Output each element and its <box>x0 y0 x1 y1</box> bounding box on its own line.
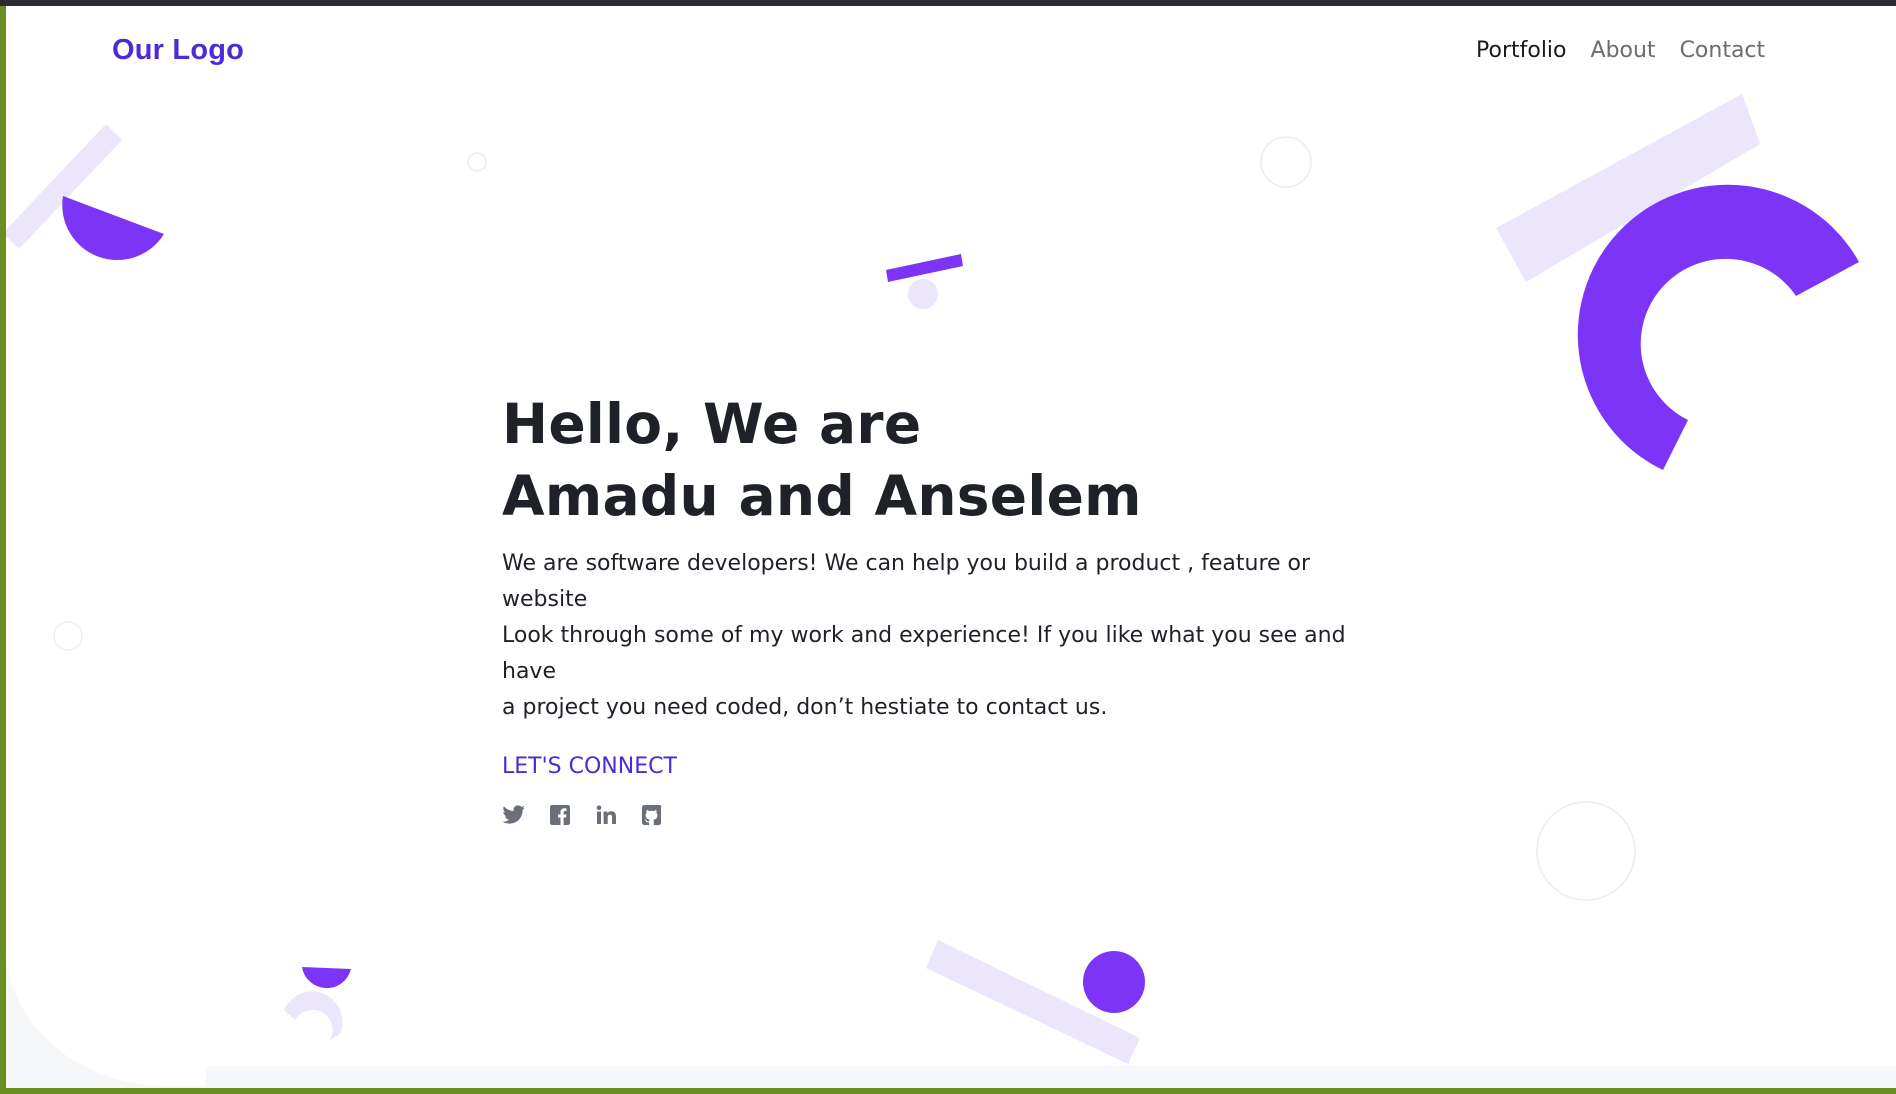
nav-contact[interactable]: Contact <box>1680 38 1766 63</box>
main-nav: Portfolio About Contact <box>1476 38 1765 63</box>
decor-bar-top-center <box>886 254 963 282</box>
hero-description-line2: Look through some of my work and experie… <box>502 623 1346 684</box>
decor-ring-small-top <box>467 152 487 172</box>
hero-description-line3: a project you need coded, don’t hestiate… <box>502 695 1108 720</box>
linkedin-icon[interactable] <box>594 803 618 827</box>
decor-half-disc-top-left <box>62 196 164 261</box>
decor-half-disc-bottom-left <box>302 967 351 989</box>
social-links <box>502 803 1402 827</box>
hero-title-line1: Hello, We are <box>502 392 922 456</box>
github-icon[interactable] <box>640 803 664 827</box>
hero-description: We are software developers! We can help … <box>502 546 1402 726</box>
decor-ring-left <box>53 621 83 651</box>
nav-portfolio[interactable]: Portfolio <box>1476 38 1567 63</box>
facebook-icon[interactable] <box>548 803 572 827</box>
hero-section: Hello, We are Amadu and Anselem We are s… <box>502 388 1402 827</box>
decor-ring-bottom-right <box>1536 801 1636 901</box>
hero-title-line2: Amadu and Anselem <box>502 464 1142 528</box>
twitter-icon[interactable] <box>502 803 526 827</box>
nav-about[interactable]: About <box>1591 38 1656 63</box>
hero-title: Hello, We are Amadu and Anselem <box>502 388 1402 532</box>
decor-arc-right <box>1577 184 1859 471</box>
decor-dot-bottom-center <box>1083 951 1145 1013</box>
page: Our Logo Portfolio About Contact Hello, … <box>6 6 1896 1088</box>
lets-connect-link[interactable]: LET'S CONNECT <box>502 754 677 779</box>
decor-ring-top-center <box>1260 136 1312 188</box>
decor-dot-top-center <box>908 279 938 309</box>
decor-arc-bottom-left <box>284 991 343 1040</box>
hero-description-line1: We are software developers! We can help … <box>502 551 1311 612</box>
logo[interactable]: Our Logo <box>112 34 244 67</box>
